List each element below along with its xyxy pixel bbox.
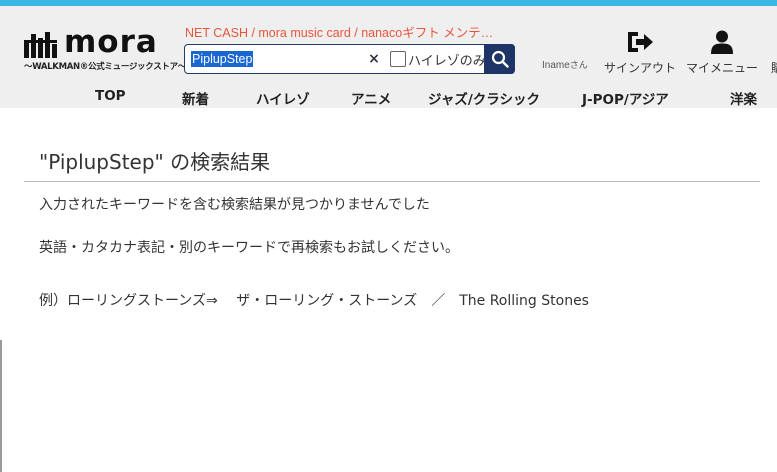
site-header: mora 〜WALKMAN®公式ミュージックストア〜 NET CASH / mo…	[0, 6, 777, 108]
nav-item-jazz-classic[interactable]: ジャズ/クラシック	[428, 88, 540, 108]
user-name: Iname	[542, 60, 570, 71]
user-greeting: Inameさん	[542, 58, 588, 71]
no-results-message: 入力されたキーワードを含む検索結果が見つかりませんでした	[39, 197, 430, 213]
user-honorific: さん	[569, 60, 588, 70]
nav-item-western[interactable]: 洋楽	[730, 88, 757, 108]
genre-nav: TOP 新着 ハイレゾ アニメ ジャズ/クラシック J-POP/アジア 洋楽	[0, 86, 777, 110]
sign-out-icon	[628, 32, 653, 52]
nav-item-hires[interactable]: ハイレゾ	[256, 88, 310, 108]
suggestion-message: 英語・カタカナ表記・別のキーワードで再検索もお試しください。	[39, 240, 459, 256]
logo-tagline: 〜WALKMAN®公式ミュージックストア〜	[24, 62, 187, 72]
mypage-button[interactable]: マイメニュー	[685, 30, 759, 76]
more-menu-button[interactable]: 購	[769, 30, 777, 76]
signout-button[interactable]: サインアウト	[602, 30, 678, 76]
maintenance-notice[interactable]: NET CASH / mora music card / nanacoギフト メ…	[185, 22, 493, 41]
hires-only-label[interactable]: ハイレゾのみ	[408, 50, 486, 69]
user-icon	[711, 30, 733, 54]
mora-logo[interactable]: mora 〜WALKMAN®公式ミュージックストア〜	[24, 24, 186, 80]
clear-search-icon[interactable]: ×	[367, 50, 381, 68]
more-icon	[769, 30, 777, 54]
search-button[interactable]	[484, 44, 515, 74]
search-icon	[491, 50, 509, 68]
logo-mark-icon	[24, 32, 57, 58]
search-results: "PiplupStep" の検索結果 入力されたキーワードを含む検索結果が見つか…	[24, 142, 760, 309]
signout-label: サインアウト	[603, 61, 676, 75]
search-box: PiplupStep × ハイレゾのみ	[184, 44, 515, 74]
more-label: 購	[770, 61, 777, 75]
nav-item-top[interactable]: TOP	[95, 88, 126, 104]
page-title: "PiplupStep" の検索結果	[24, 142, 760, 182]
nav-item-jpop-asia[interactable]: J-POP/アジア	[582, 88, 669, 108]
example-message: 例）ローリングストーンズ⇒ ザ・ローリング・ストーンズ ／ The Rollin…	[39, 293, 589, 309]
nav-item-new[interactable]: 新着	[182, 88, 209, 108]
mypage-label: マイメニュー	[685, 61, 758, 75]
nav-item-anime[interactable]: アニメ	[351, 88, 391, 108]
search-query-text: PiplupStep	[191, 51, 254, 67]
window-edge	[0, 340, 2, 472]
hires-only-checkbox[interactable]	[390, 51, 406, 67]
logo-wordmark: mora	[64, 24, 158, 60]
